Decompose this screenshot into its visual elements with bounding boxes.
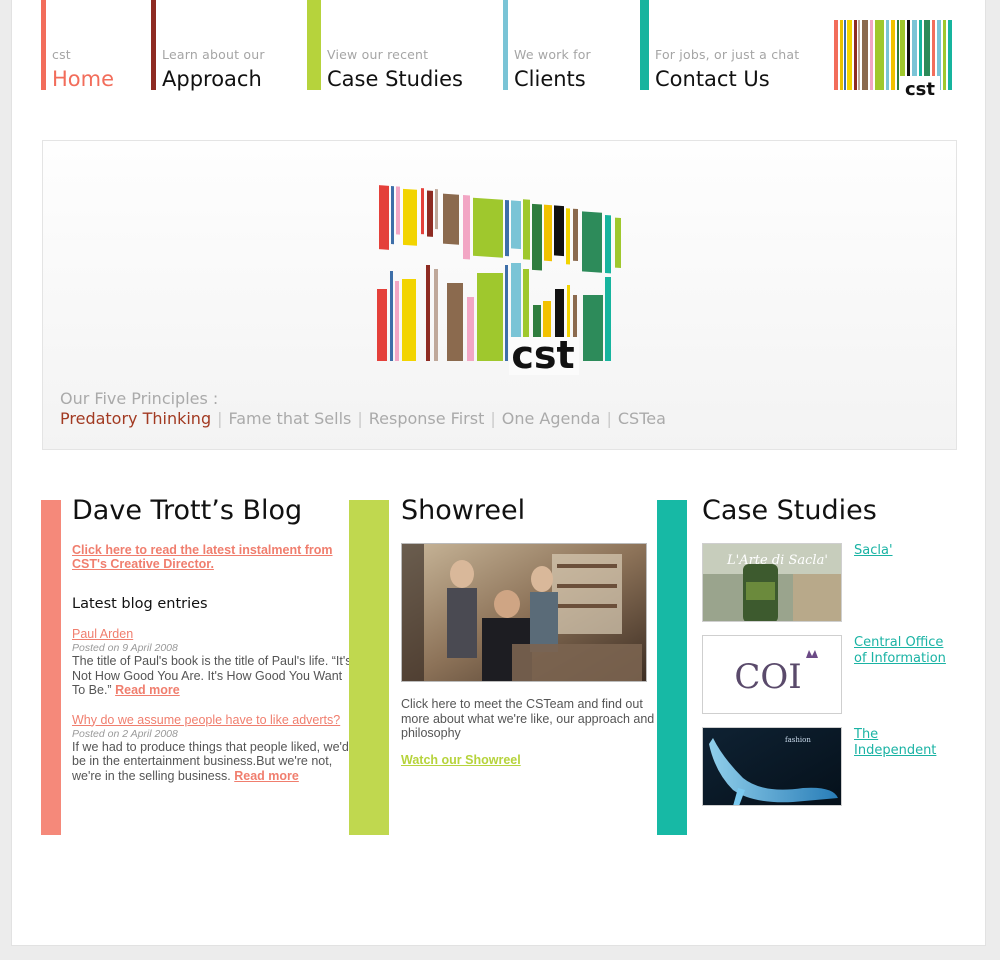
read-more-link[interactable]: Read more — [234, 769, 299, 783]
blog-title: Dave Trott’s Blog — [72, 495, 303, 526]
blog-accent-bar — [41, 500, 61, 835]
page: cst Home Learn about our Approach View o… — [11, 0, 986, 946]
nav-approach[interactable]: Learn about our Approach — [151, 0, 301, 91]
nav-contact-label: Contact Us — [655, 67, 770, 91]
principles-nav: Predatory Thinking | Fame that Sells | Respo… — [60, 409, 666, 428]
crown-icon — [806, 650, 818, 658]
independent-thumb-text: fashion — [785, 736, 811, 744]
showreel-description: Click here to meet the CSTeam and find o… — [401, 697, 655, 740]
blog-entry-title[interactable]: Why do we assume people have to like adv… — [72, 712, 352, 728]
showreel-title: Showreel — [401, 495, 526, 526]
blog-entry-date: Posted on 9 April 2008 — [72, 642, 178, 654]
nav-approach-sub: Learn about our — [162, 47, 265, 62]
sacla-image: L'Arte di Sacla' — [703, 544, 841, 621]
nav-contact[interactable]: For jobs, or just a chat Contact Us — [640, 0, 820, 91]
case-studies-title: Case Studies — [702, 495, 877, 526]
sacla-thumb-text: L'Arte di Sacla' — [726, 553, 828, 568]
read-more-link[interactable]: Read more — [115, 683, 180, 697]
showreel-thumbnail[interactable] — [401, 543, 647, 682]
nav-contact-sub: For jobs, or just a chat — [655, 47, 800, 62]
case-studies-accent-bar — [657, 500, 687, 835]
principle-one-agenda[interactable]: One Agenda — [502, 409, 601, 428]
separator: | — [490, 409, 496, 428]
blog-entry-date: Posted on 2 April 2008 — [72, 727, 178, 740]
case-study-link-independent[interactable]: The Independent — [854, 727, 954, 759]
independent-image: fashion — [703, 728, 841, 805]
principle-predatory-thinking[interactable]: Predatory Thinking — [60, 409, 211, 428]
case-study-thumb-sacla[interactable]: L'Arte di Sacla' — [702, 543, 842, 622]
nav-clients[interactable]: We work for Clients — [503, 0, 623, 91]
blog-section: Click here to read the latest instalment… — [72, 543, 352, 783]
principle-response-first[interactable]: Response First — [369, 409, 485, 428]
principle-fame-that-sells[interactable]: Fame that Sells — [229, 409, 352, 428]
case-study-link-sacla[interactable]: Sacla' — [854, 543, 954, 559]
case-study-thumb-coi[interactable]: COI — [702, 635, 842, 714]
latest-entries-heading: Latest blog entries — [72, 596, 208, 612]
nav-case-studies[interactable]: View our recent Case Studies — [307, 0, 487, 91]
blog-entry-excerpt: The title of Paul's book is the title of… — [72, 654, 352, 698]
case-study-link-coi[interactable]: Central Office of Information — [854, 635, 954, 667]
separator: | — [217, 409, 223, 428]
principles-label: Our Five Principles : — [60, 389, 219, 408]
coi-image: COI — [734, 650, 818, 697]
case-study-thumb-independent[interactable]: fashion — [702, 727, 842, 806]
separator: | — [606, 409, 612, 428]
nav-clients-sub: We work for — [514, 47, 591, 62]
nav-home-label: Home — [52, 67, 115, 91]
nav-clients-label: Clients — [514, 67, 586, 91]
blog-entry-text: If we had to produce things that people … — [72, 739, 349, 783]
coi-thumb-text: COI — [734, 657, 801, 697]
logo-small-text: cst — [905, 79, 935, 97]
nav-case-studies-sub: View our recent — [327, 47, 429, 62]
nav-approach-label: Approach — [162, 67, 262, 91]
nav-home-sub: cst — [52, 47, 71, 62]
blog-entry-text: The title of Paul's book is the title of… — [72, 654, 352, 697]
blog-lead-link[interactable]: Click here to read the latest instalment… — [72, 543, 352, 571]
showreel-photo — [402, 544, 646, 681]
watch-showreel-link[interactable]: Watch our Showreel — [401, 753, 521, 767]
blog-entry-title[interactable]: Paul Arden — [72, 626, 352, 642]
showreel-accent-bar — [349, 500, 389, 835]
principle-cstea[interactable]: CSTea — [618, 409, 666, 428]
nav-home[interactable]: cst Home — [41, 0, 141, 91]
blog-entry-excerpt: If we had to produce things that people … — [72, 740, 352, 784]
separator: | — [357, 409, 363, 428]
cst-logo-large: cst — [377, 185, 621, 375]
nav-case-studies-label: Case Studies — [327, 67, 463, 91]
logo-large-text: cst — [511, 333, 574, 375]
hero-panel: cst Our Five Principles : Predatory Thin… — [42, 140, 957, 450]
cst-logo-small[interactable]: cst — [834, 20, 957, 97]
